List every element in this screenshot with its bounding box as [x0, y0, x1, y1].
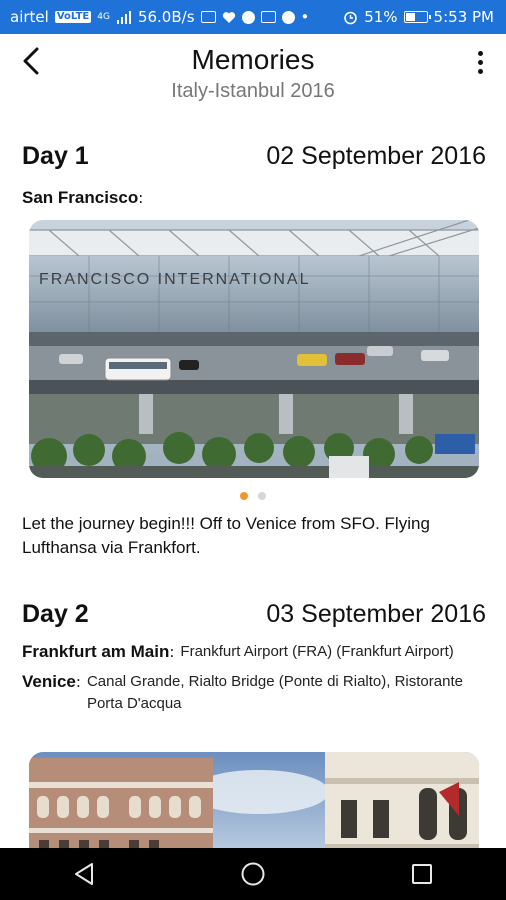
- sign-text: FRANCISCO INTERNATIONAL: [39, 271, 311, 288]
- battery-percent: 51%: [364, 8, 398, 26]
- place-row: San Francisco :: [22, 188, 144, 207]
- clock: 5:53 PM: [433, 8, 494, 26]
- more-notifications-icon: •: [300, 8, 310, 26]
- day-date: 02 September 2016: [266, 142, 486, 170]
- status-bar: airtel VoLTE 4G 56.0B/s • 51% 5:53 PM: [0, 0, 506, 34]
- place-name: Venice: [22, 672, 76, 691]
- airport-photo: FRANCISCO INTERNATIONAL: [29, 220, 479, 478]
- heart-icon: [222, 11, 235, 23]
- carousel-dot[interactable]: [258, 492, 266, 500]
- more-vertical-icon: [477, 50, 483, 56]
- carousel-indicator: [0, 492, 506, 500]
- nav-recents-button[interactable]: [402, 854, 442, 894]
- nav-home-button[interactable]: [233, 854, 273, 894]
- day-date: 03 September 2016: [266, 600, 486, 628]
- triangle-back-icon: [75, 863, 94, 885]
- place-name: Frankfurt am Main: [22, 642, 170, 661]
- day-card-1: Day 1 02 September 2016 San Francisco :: [22, 142, 486, 209]
- square-recents-icon: [411, 864, 432, 884]
- carousel-dot-active[interactable]: [240, 492, 248, 500]
- nav-back-button[interactable]: [64, 854, 104, 894]
- photo-carousel[interactable]: FRANCISCO INTERNATIONAL: [29, 220, 479, 478]
- battery-icon: [403, 11, 431, 23]
- day-note: Let the journey begin!!! Off to Venice f…: [22, 514, 430, 557]
- place-name: San Francisco: [22, 188, 139, 207]
- day-card-2: Day 2 03 September 2016 Frankfurt am Mai…: [22, 600, 486, 715]
- whatsapp-icon: [241, 10, 255, 24]
- app-header: Memories Italy-Istanbul 2016: [0, 34, 506, 114]
- signal-icon: [116, 11, 131, 24]
- page-title: Memories: [191, 44, 315, 75]
- volte-badge: VoLTE: [54, 11, 92, 23]
- alarm-icon: [344, 11, 358, 24]
- overflow-menu-button[interactable]: [468, 46, 492, 78]
- photo-carousel-2[interactable]: [29, 752, 479, 848]
- network-speed: 56.0B/s: [137, 8, 195, 26]
- memories-list[interactable]: Day 1 02 September 2016 San Francisco :: [0, 114, 506, 848]
- place-row: Frankfurt am Main : Frankfurt Airport (F…: [22, 642, 454, 661]
- day-label: Day 1: [22, 142, 89, 170]
- message-icon: [281, 10, 295, 24]
- place-desc: Canal Grande, Rialto Bridge (Ponte di Ri…: [86, 673, 463, 712]
- venice-photo: [29, 752, 479, 848]
- app-notification-icon: [260, 11, 276, 23]
- system-nav-bar: [0, 848, 506, 900]
- page-subtitle: Italy-Istanbul 2016: [171, 80, 335, 102]
- place-row: Venice : Canal Grande, Rialto Bridge (Po…: [22, 671, 486, 715]
- place-desc: Frankfurt Airport (FRA) (Frankfurt Airpo…: [180, 643, 454, 660]
- carrier-name: airtel: [10, 8, 49, 26]
- network-type: 4G: [97, 12, 110, 22]
- circle-home-icon: [241, 862, 265, 886]
- day-label: Day 2: [22, 600, 89, 628]
- laptop-icon: [200, 11, 216, 23]
